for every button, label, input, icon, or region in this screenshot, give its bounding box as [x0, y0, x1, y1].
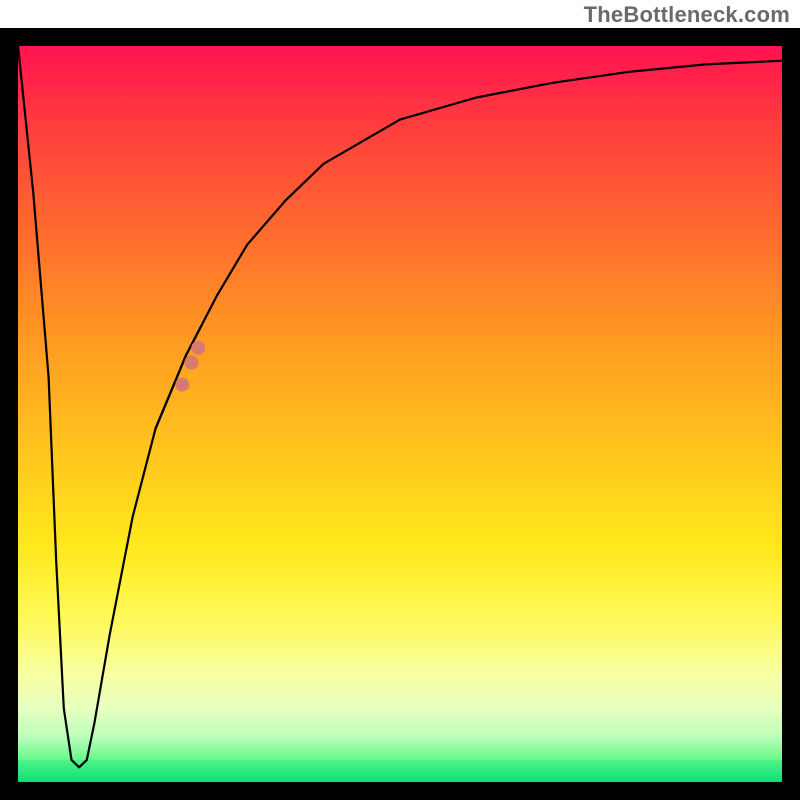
- marker-dot-2: [191, 341, 205, 355]
- chart-stage: TheBottleneck.com: [0, 0, 800, 800]
- bottleneck-curve: [18, 46, 782, 767]
- curve-svg: [18, 46, 782, 782]
- marker-group: [156, 326, 206, 429]
- highlight-band: [156, 326, 202, 429]
- marker-dot-0: [175, 378, 189, 392]
- watermark-text: TheBottleneck.com: [584, 2, 790, 28]
- plot-area: [18, 46, 782, 782]
- marker-dot-1: [184, 356, 198, 370]
